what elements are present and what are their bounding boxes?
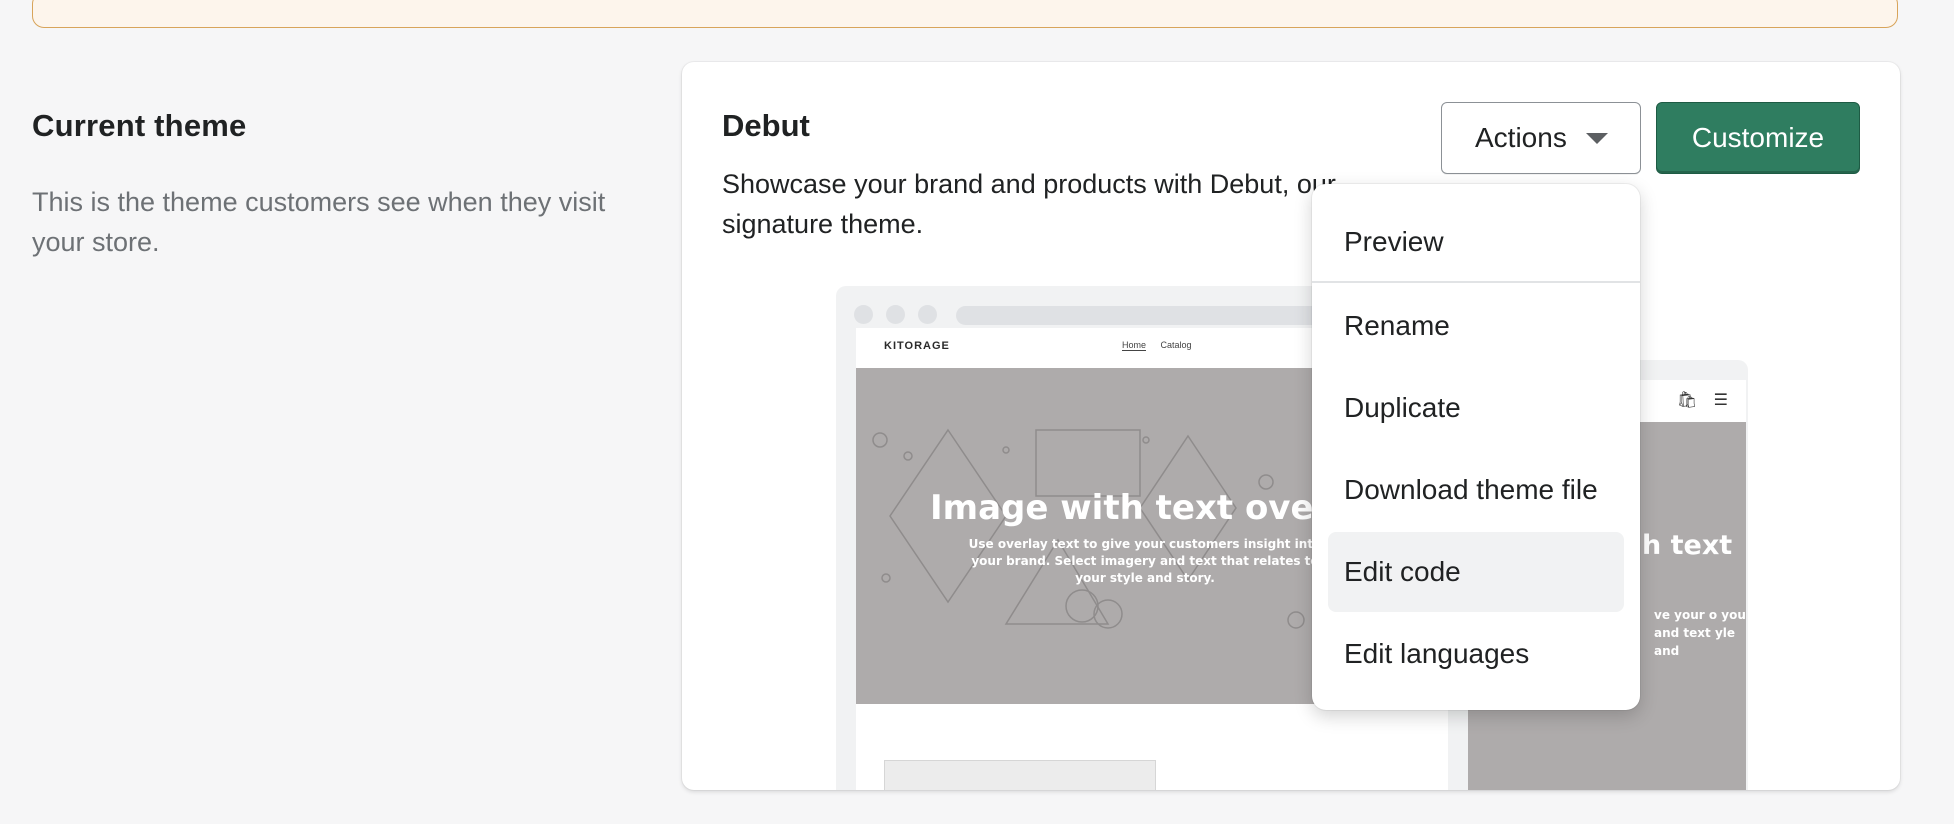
mobile-header-icons: 🛍︎ ☰ [1677,390,1728,410]
window-dot [918,305,937,324]
preview-content-block [884,760,1156,790]
menu-icon: ☰ [1713,392,1728,409]
menu-item-duplicate[interactable]: Duplicate [1328,368,1624,448]
preview-brand: KITORAGE [884,340,950,352]
window-dot [854,305,873,324]
preview-nav-catalog: Catalog [1160,340,1192,350]
preview-hero-subtitle: Use overlay text to give your customers … [968,537,1322,585]
actions-dropdown-menu: Preview Rename Duplicate Download theme … [1312,184,1640,710]
section-description: This is the theme customers see when the… [32,187,606,257]
theme-card: Debut Showcase your brand and products w… [682,62,1900,790]
warning-banner [32,0,1898,28]
theme-name: Debut [722,108,810,143]
actions-label: Actions [1475,122,1567,153]
bag-icon: 🛍︎ [1676,392,1698,409]
mobile-hero-title: h text [1642,530,1733,561]
menu-item-edit-code[interactable]: Edit code [1328,532,1624,612]
caret-down-icon [1586,133,1608,144]
preview-nav: Home Catalog [1122,340,1204,351]
section-title: Current theme [32,108,247,143]
actions-button[interactable]: Actions [1441,102,1641,174]
mobile-hero-subtitle: ve your o your and text yle and [1654,608,1746,658]
menu-divider [1312,281,1640,283]
menu-item-download-theme-file[interactable]: Download theme file [1328,450,1624,530]
preview-nav-home: Home [1122,340,1147,351]
menu-item-edit-languages[interactable]: Edit languages [1328,614,1624,694]
menu-item-rename[interactable]: Rename [1328,286,1624,366]
window-dot [886,305,905,324]
customize-button[interactable]: Customize [1656,102,1860,174]
menu-item-preview[interactable]: Preview [1328,202,1624,282]
